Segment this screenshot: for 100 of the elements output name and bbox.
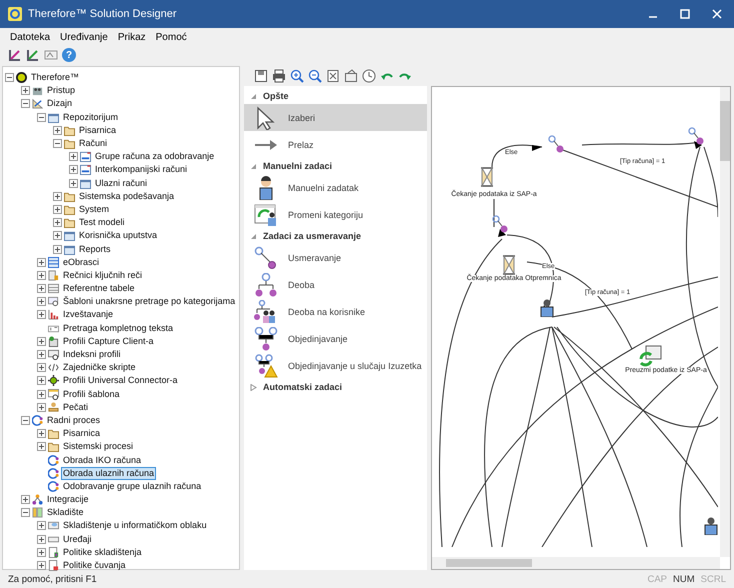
save-icon[interactable] [254, 69, 268, 83]
expander-toggle[interactable] [53, 126, 64, 135]
menu-item[interactable]: Datoteka [10, 32, 50, 42]
tree-item[interactable]: Profili Universal Connector-a [62, 375, 179, 386]
tree-item[interactable]: Radni proces [46, 414, 102, 426]
toolbox-item[interactable]: Objedinjavanje [244, 325, 427, 352]
expander-toggle[interactable] [37, 429, 48, 438]
image-icon[interactable] [44, 48, 58, 62]
tree-item[interactable]: Rečnici ključnih reči [62, 270, 144, 281]
expander-toggle[interactable] [53, 244, 64, 254]
tree-item[interactable]: Uređaji [62, 534, 93, 545]
tree-item[interactable]: Therefore™ [30, 72, 80, 84]
help-button[interactable]: ? [62, 48, 76, 62]
tree-item[interactable]: eObrasci [62, 256, 100, 268]
tree-item[interactable]: Odobravanje grupe ulaznih računa [62, 480, 202, 492]
expander-toggle[interactable] [69, 152, 80, 162]
tree-item[interactable]: Šabloni unakrsne pretrage po kategorijama [62, 296, 236, 308]
close-button[interactable] [712, 9, 722, 19]
tree-item[interactable]: Profili Capture Client-a [62, 336, 155, 347]
tree-item[interactable]: Profili šablona [62, 388, 121, 400]
expander-toggle[interactable] [37, 297, 48, 306]
section-toggle-icon[interactable] [250, 162, 257, 170]
expander-toggle[interactable] [37, 402, 48, 412]
section-toggle-icon[interactable] [250, 92, 257, 100]
tree-item[interactable]: Sistemski procesi [62, 441, 134, 452]
section-header[interactable]: Manuelni zadaci [263, 161, 332, 171]
section-header[interactable]: Automatski zadaci [263, 382, 342, 392]
expander-toggle[interactable] [37, 336, 48, 346]
expander-toggle[interactable] [53, 204, 64, 214]
tree-item[interactable]: Interkompanijski računi [94, 164, 188, 176]
tree-item[interactable]: Indeksni profili [62, 349, 122, 360]
tree-item[interactable]: Obrada ulaznih računa [62, 468, 156, 479]
tree-item[interactable]: Integracije [46, 494, 90, 506]
expander-toggle[interactable] [37, 284, 48, 294]
expander-toggle[interactable] [37, 350, 48, 360]
menu-item[interactable]: Pomoć [156, 32, 187, 42]
tree-item[interactable]: Ulazni računi [94, 178, 148, 189]
expander-toggle[interactable] [69, 178, 80, 188]
fit-icon[interactable] [326, 69, 340, 83]
vertical-scrollbar[interactable] [720, 87, 730, 557]
tree-item[interactable]: Dizajn [46, 98, 74, 110]
toolbox-item[interactable]: Izaberi [244, 104, 427, 131]
tree-item[interactable]: Obrada IKO računa [62, 454, 142, 466]
section-toggle-icon[interactable] [250, 232, 257, 240]
expander-toggle[interactable] [21, 86, 32, 96]
section-toggle-icon[interactable] [250, 384, 257, 390]
tree-item[interactable]: Zajedničke skripte [62, 362, 137, 374]
tree-item[interactable]: System [78, 204, 110, 215]
clock-icon[interactable] [362, 69, 376, 83]
tree-item[interactable]: Reports [78, 244, 112, 255]
expander-toggle[interactable] [37, 112, 48, 122]
expander-toggle[interactable] [37, 521, 48, 530]
tree-item[interactable]: Pisarnica [78, 124, 118, 136]
tree-item[interactable]: Referentne tabele [62, 283, 136, 294]
section-header[interactable]: Opšte [263, 91, 289, 101]
expander-toggle[interactable] [21, 416, 32, 425]
expander-toggle[interactable] [53, 231, 64, 240]
tree-item[interactable]: Skladište [46, 507, 85, 518]
expander-toggle[interactable] [21, 495, 32, 504]
expander-toggle[interactable] [37, 561, 48, 570]
menu-item[interactable]: Prikaz [118, 32, 146, 42]
tree-item[interactable]: Pečati [62, 402, 90, 413]
expander-toggle[interactable] [53, 139, 64, 148]
expander-toggle[interactable] [21, 508, 32, 518]
tree-item[interactable]: Pristup [46, 85, 76, 96]
expander-toggle[interactable] [5, 73, 16, 82]
tree-item[interactable]: Politike skladištenja [62, 546, 143, 558]
tree-item[interactable]: Politike čuvanja [62, 560, 127, 572]
tree-item[interactable]: Korisnička uputstva [78, 230, 158, 242]
toolbox-item[interactable]: Manuelni zadatak [244, 174, 427, 201]
tree-item[interactable]: Pisarnica [62, 428, 102, 440]
tree-item[interactable]: Grupe računa za odobravanje [94, 151, 216, 162]
wizard-icon[interactable] [8, 48, 22, 62]
tree-item[interactable]: Repozitorijum [62, 112, 120, 123]
tree-item[interactable]: Test modeli [78, 217, 126, 228]
expander-toggle[interactable] [37, 548, 48, 557]
toolbox-item[interactable]: Promeni kategoriju [244, 201, 427, 228]
toolbox-item[interactable]: Prelaz [244, 131, 427, 158]
expander-toggle[interactable] [37, 534, 48, 544]
tree-item[interactable]: Skladištenje u informatičkom oblaku [62, 520, 208, 532]
section-header[interactable]: Zadaci za usmeravanje [263, 231, 362, 241]
expander-toggle[interactable] [37, 390, 48, 399]
print-icon[interactable] [272, 69, 286, 83]
expander-toggle[interactable] [69, 165, 80, 174]
horizontal-scrollbar[interactable] [432, 557, 720, 569]
properties-icon[interactable] [344, 69, 358, 83]
toolbox-item[interactable]: Objedinjavanje u slučaju Izuzetka [244, 352, 427, 379]
expander-toggle[interactable] [53, 218, 64, 228]
tree-item[interactable]: Pretraga kompletnog teksta [62, 322, 174, 334]
expander-toggle[interactable] [21, 99, 32, 108]
expander-toggle[interactable] [37, 310, 48, 320]
tree-item[interactable]: Računi [78, 138, 108, 150]
toolbox-item[interactable]: Usmeravanje [244, 244, 427, 271]
expander-toggle[interactable] [37, 363, 48, 372]
expander-toggle[interactable] [37, 258, 48, 267]
menu-item[interactable]: Uređivanje [60, 32, 108, 42]
expander-toggle[interactable] [37, 442, 48, 452]
zoom-in-icon[interactable] [290, 69, 304, 83]
tree-item[interactable]: Sistemska podešavanja [78, 190, 176, 202]
toolbox-item[interactable]: Deoba [244, 271, 427, 298]
